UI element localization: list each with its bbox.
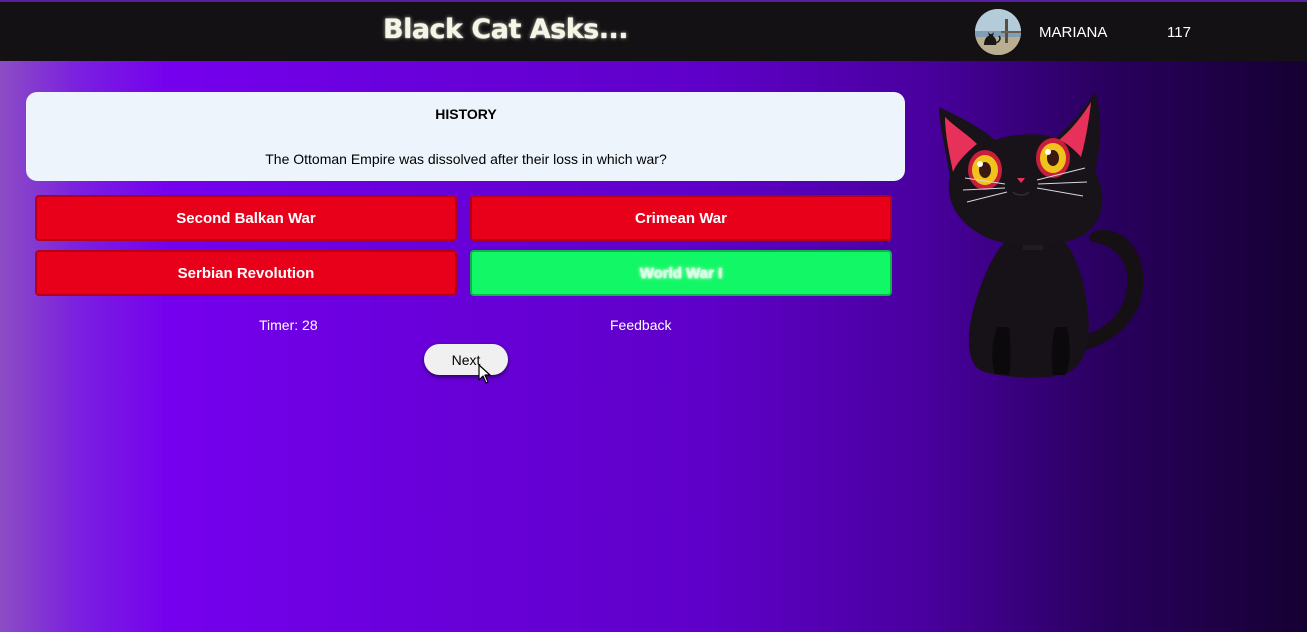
mouse-pointer-icon bbox=[478, 364, 491, 384]
black-cat-mascot-icon bbox=[939, 92, 1144, 378]
avatar-photo-icon bbox=[975, 9, 1021, 55]
answer-option-2[interactable]: Crimean War bbox=[470, 195, 892, 241]
question-text: The Ottoman Empire was dissolved after t… bbox=[265, 151, 667, 167]
app-title: Black Cat Asks... bbox=[383, 14, 629, 45]
user-avatar[interactable] bbox=[975, 9, 1021, 55]
next-button[interactable]: Next bbox=[424, 344, 508, 375]
question-card: HISTORY The Ottoman Empire was dissolved… bbox=[26, 92, 905, 181]
top-bar: Black Cat Asks... MARIANA 117 bbox=[0, 0, 1307, 61]
question-category: HISTORY bbox=[435, 106, 497, 122]
feedback-text: Feedback bbox=[610, 317, 672, 333]
answer-option-3[interactable]: Serbian Revolution bbox=[35, 250, 457, 296]
score-value: 117 bbox=[1167, 24, 1191, 41]
answer-option-1[interactable]: Second Balkan War bbox=[35, 195, 457, 241]
timer: Timer: 28 bbox=[259, 317, 318, 333]
answer-option-4[interactable]: World War I bbox=[470, 250, 892, 296]
username: MARIANA bbox=[1039, 24, 1108, 41]
